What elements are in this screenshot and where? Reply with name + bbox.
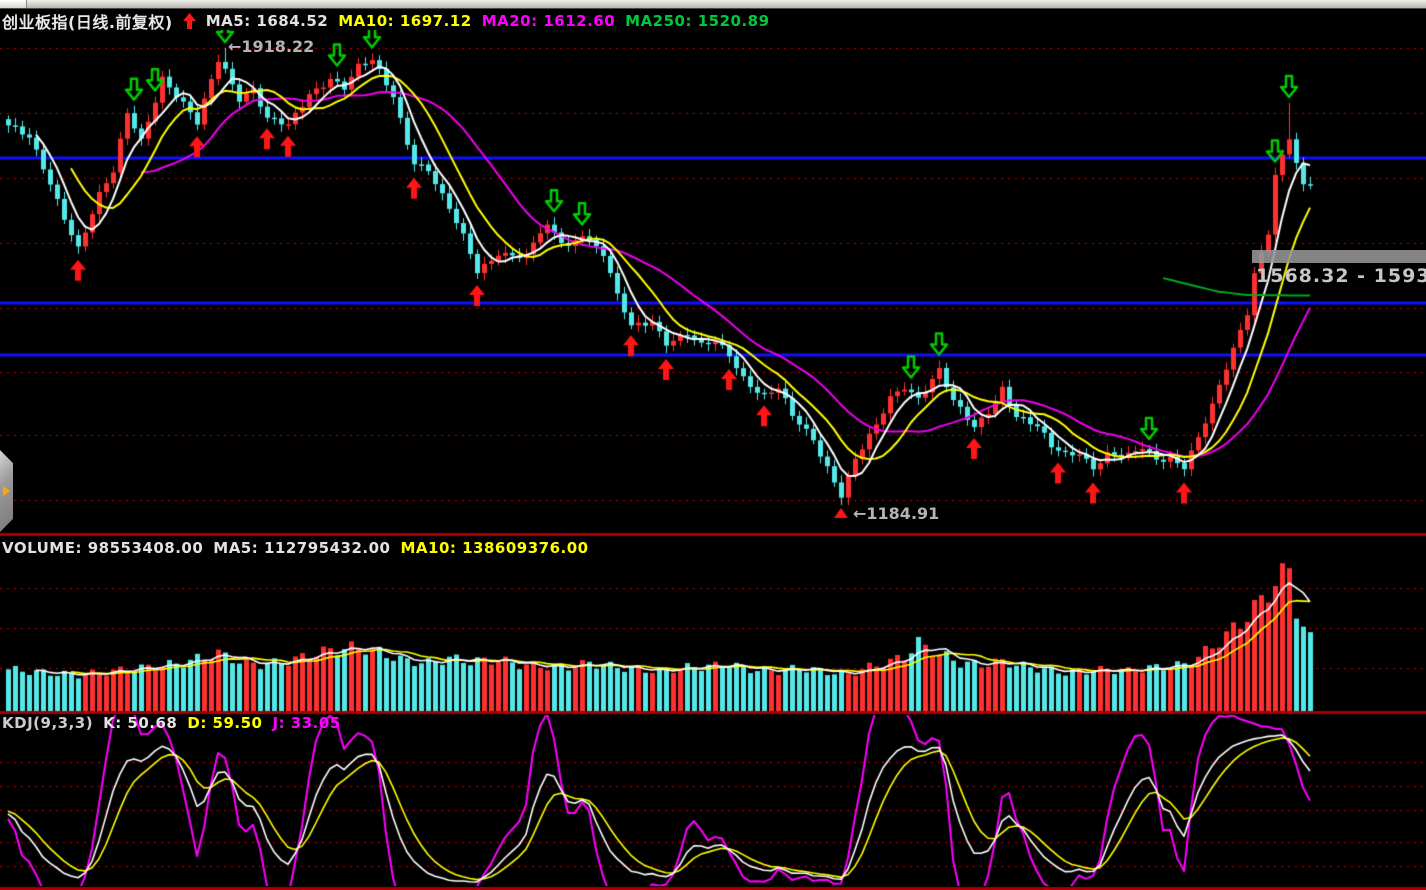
volume-ma5-value: MA5: 112795432.00	[213, 539, 390, 557]
price-up-arrow-icon	[183, 13, 196, 29]
volume-ma10-value: MA10: 138609376.00	[400, 539, 588, 557]
main-chart-header: 创业板指(日线.前复权) MA5: 1684.52 MA10: 1697.12 …	[2, 9, 770, 33]
price-gap-zone-bar	[1252, 250, 1426, 263]
ma5-value: MA5: 1684.52	[206, 12, 329, 30]
expand-arrow-icon	[3, 486, 10, 496]
highest-price-label: ←1918.22	[228, 37, 314, 56]
kdj-j-value: J: 33.05	[273, 714, 341, 732]
kdj-panel-header: KDJ(9,3,3) K: 50.68 D: 59.50 J: 33.05	[2, 714, 341, 732]
volume-value: VOLUME: 98553408.00	[2, 539, 203, 557]
volume-panel-header: VOLUME: 98553408.00 MA5: 112795432.00 MA…	[2, 539, 589, 557]
ma20-value: MA20: 1612.60	[482, 12, 615, 30]
ma10-value: MA10: 1697.12	[338, 12, 471, 30]
lowest-price-label: ←1184.91	[853, 504, 939, 523]
kdj-k-value: K: 50.68	[103, 714, 177, 732]
horizontal-scrollbar[interactable]	[0, 0, 1426, 9]
left-panel-toggle[interactable]	[0, 450, 13, 532]
price-gap-range-label: 1568.32 - 1593.26	[1256, 265, 1426, 287]
ma250-value: MA250: 1520.89	[625, 12, 769, 30]
chart-canvas[interactable]	[0, 0, 1426, 890]
trading-app-window: 创业板指(日线.前复权) MA5: 1684.52 MA10: 1697.12 …	[0, 0, 1426, 890]
kdj-params-label: KDJ(9,3,3)	[2, 714, 93, 732]
kdj-d-value: D: 59.50	[187, 714, 262, 732]
scrollbar-thumb[interactable]	[0, 0, 27, 8]
symbol-title: 创业板指(日线.前复权)	[2, 9, 173, 33]
